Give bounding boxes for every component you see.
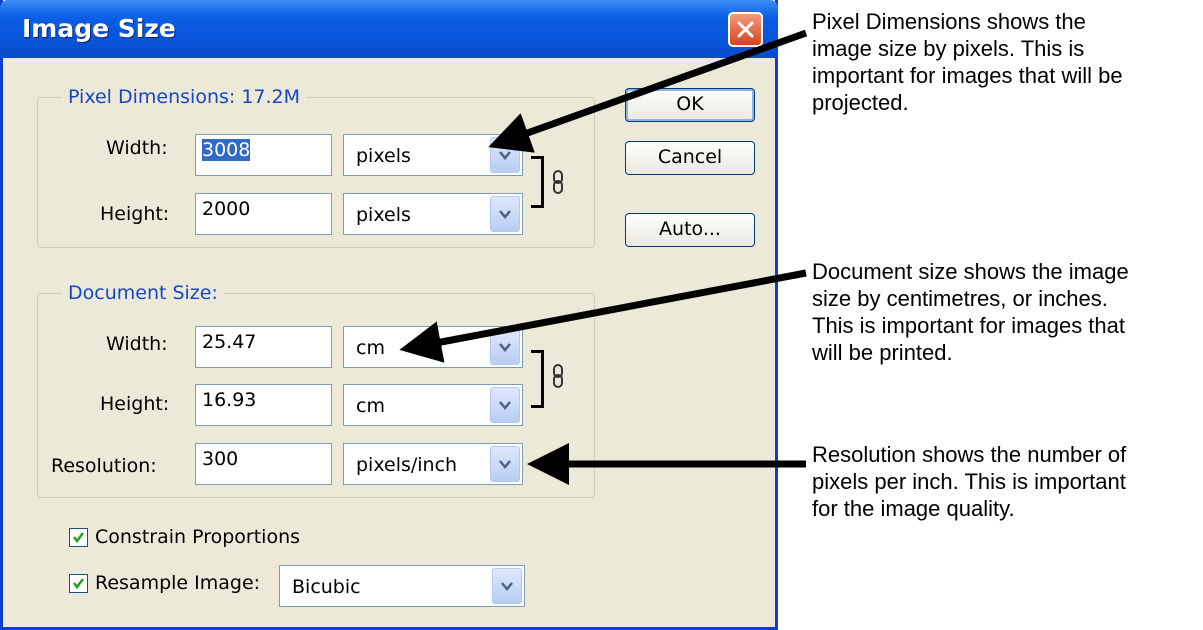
annotation-line: will be printed.	[812, 340, 953, 365]
annotation-line: This is important for images that	[812, 313, 1126, 338]
document-size-annotation: Document size shows the image size by ce…	[812, 258, 1129, 366]
pixel-dimensions-annotation: Pixel Dimensions shows the image size by…	[812, 8, 1123, 116]
annotation-line: Document size shows the image	[812, 259, 1129, 284]
annotation-line: pixels per inch. This is important	[812, 469, 1126, 494]
annotation-line: Resolution shows the number of	[812, 442, 1127, 467]
annotation-line: size by centimetres, or inches.	[812, 286, 1108, 311]
annotation-line: projected.	[812, 90, 909, 115]
annotation-line: image size by pixels. This is	[812, 36, 1085, 61]
annotation-line: Pixel Dimensions shows the	[812, 9, 1086, 34]
annotation-line: for the image quality.	[812, 496, 1015, 521]
document-size-arrow	[399, 269, 807, 363]
resolution-annotation: Resolution shows the number of pixels pe…	[812, 441, 1126, 522]
pixel-dimensions-arrow	[488, 29, 808, 153]
annotation-line: important for images that will be	[812, 63, 1123, 88]
